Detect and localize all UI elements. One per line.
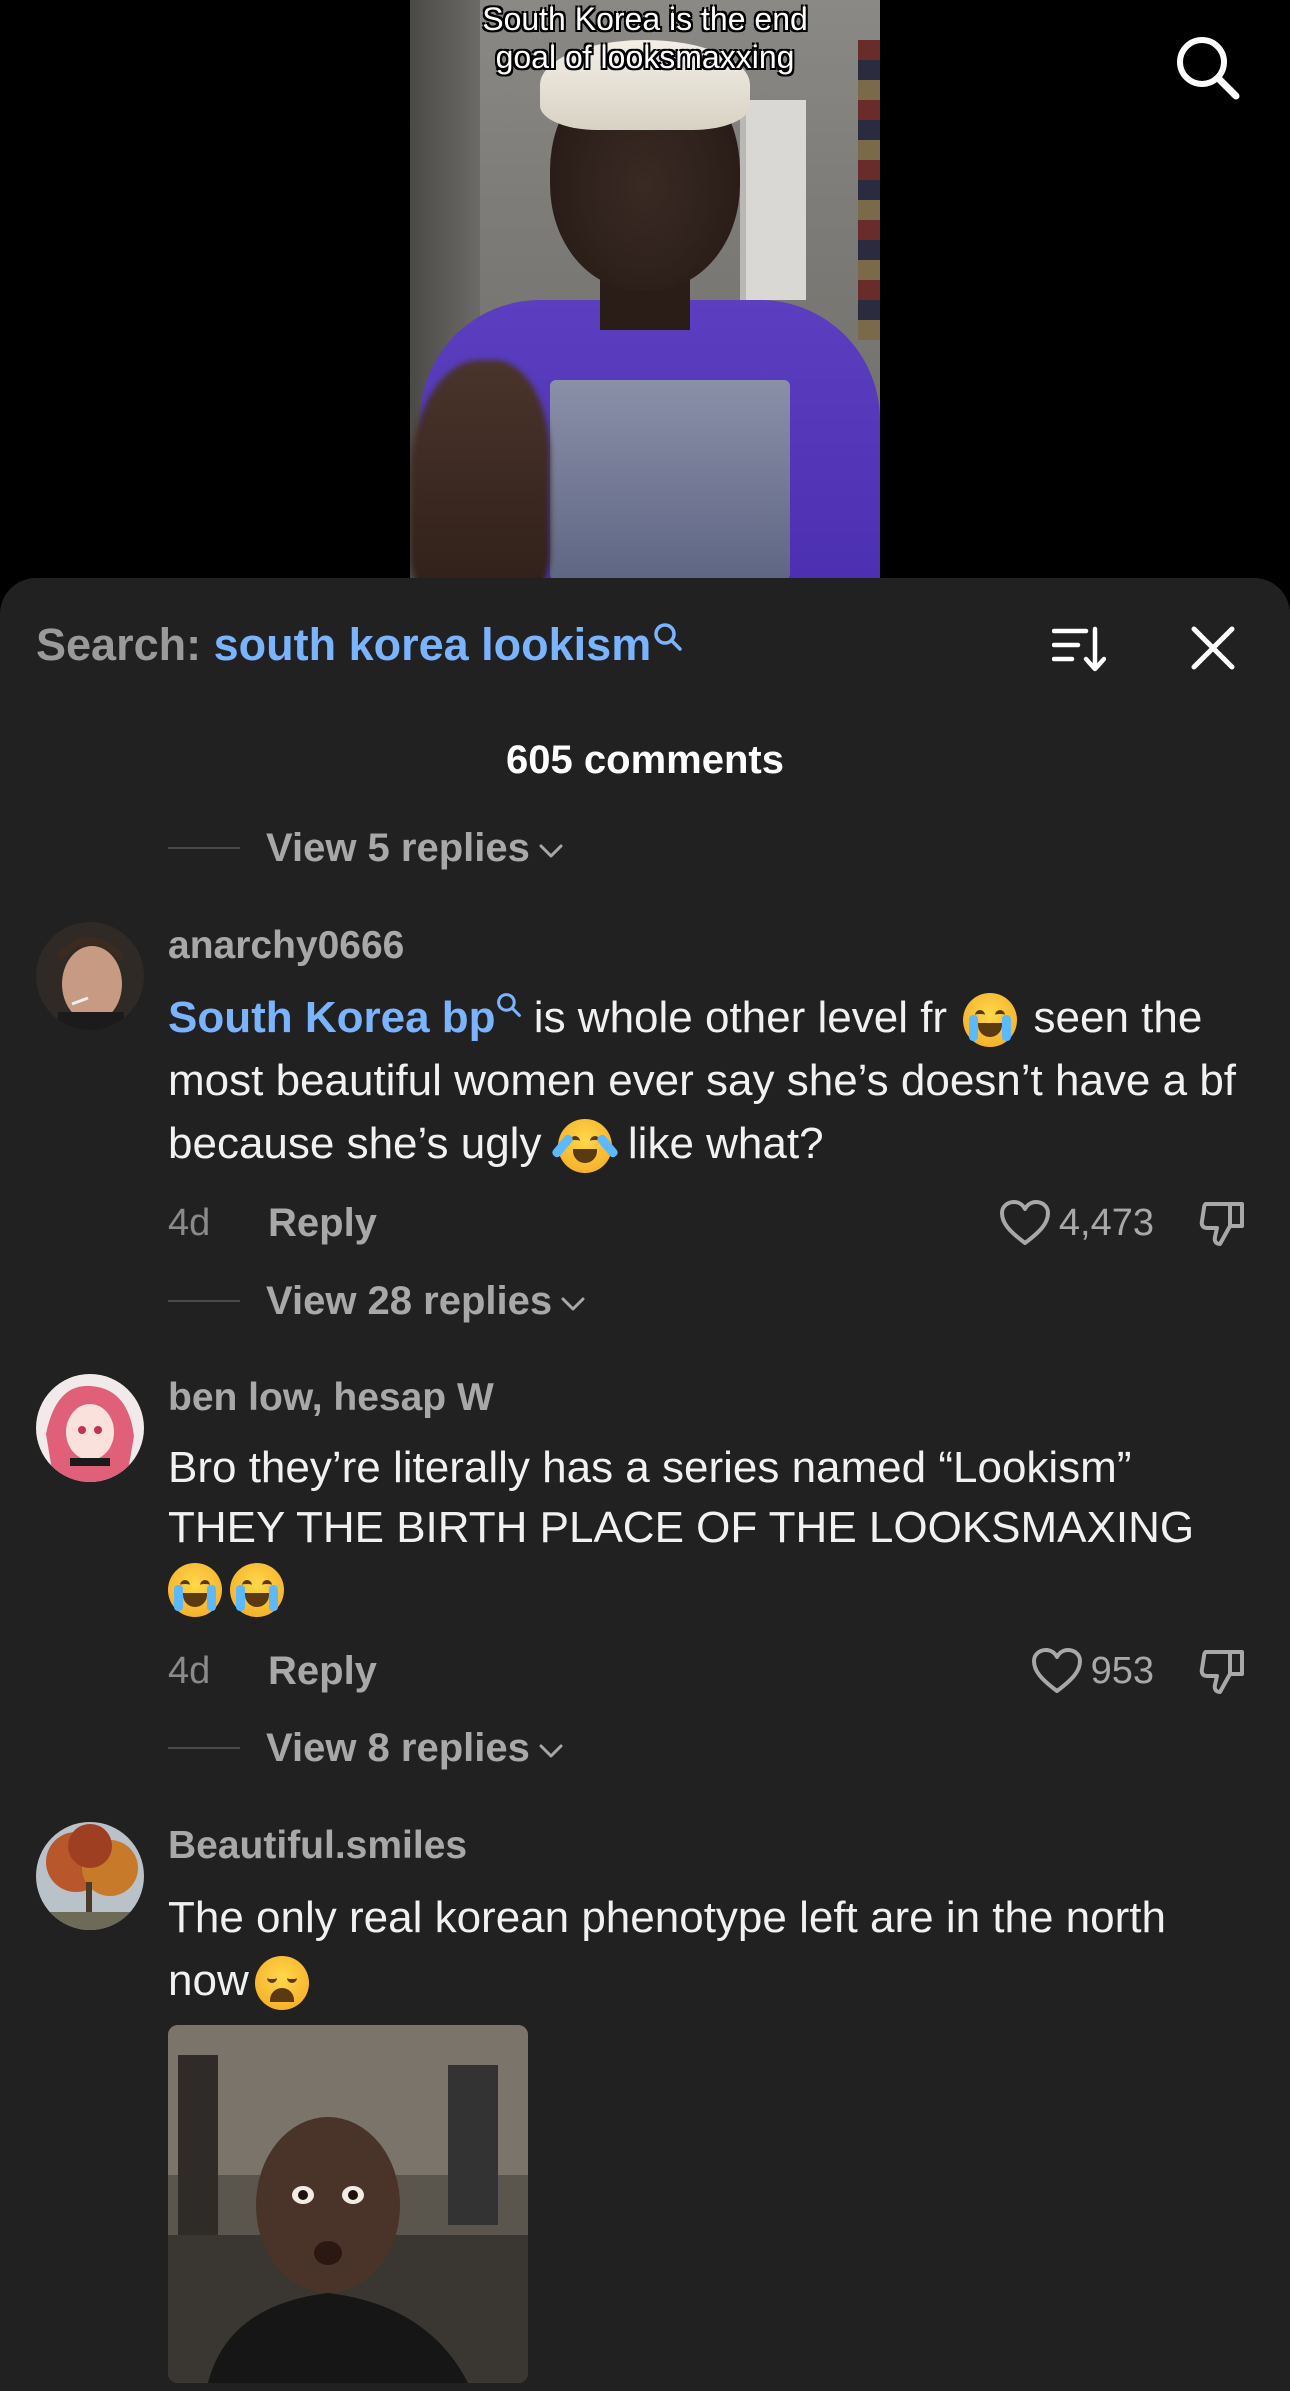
avatar[interactable] [36,1822,144,1930]
view-replies-label: View 5 replies [266,825,530,870]
view-replies-button[interactable]: View 5 replies [168,823,564,873]
weary-face-emoji [254,1956,309,2011]
comment-text-part: is whole other level fr [521,993,960,1042]
search-icon [1177,37,1240,100]
comment-text: South Korea bp is whole other level fr s… [168,986,1248,1175]
comment-username[interactable]: anarchy0666 [168,922,404,970]
close-icon [1191,626,1235,670]
loudly-crying-emoji [963,993,1018,1048]
gif-thumbnail[interactable] [168,2025,528,2383]
replies-divider [168,847,240,849]
search-term-link[interactable]: south korea lookism [214,619,652,670]
search-prefix: Search: [36,619,214,670]
comment-search-link[interactable]: South Korea bp [168,993,496,1042]
video-hoodie-print [550,380,790,580]
view-replies-button[interactable]: View 8 replies [168,1723,564,1773]
comment-text-part: Bro they’re literally has a series named… [168,1443,1195,1552]
gif-image [168,2025,528,2383]
video-background-door [740,100,806,300]
heart-icon[interactable] [999,1199,1051,1247]
close-button[interactable] [1186,621,1240,675]
comment-meta: 4d Reply 953 [168,1646,1248,1696]
video-person-hand [410,360,550,600]
heart-icon[interactable] [1031,1647,1083,1695]
chevron-down-icon [539,844,563,858]
reply-button[interactable]: Reply [268,1198,377,1248]
replies-divider [168,1747,240,1749]
thumbs-down-icon[interactable] [1198,1198,1248,1248]
video-frame[interactable] [410,0,880,600]
comment-count: 605 comments [506,738,784,782]
view-replies-button[interactable]: View 28 replies [168,1276,586,1326]
video-area[interactable]: South Korea is the end goal of looksmaxx… [0,0,1290,600]
comment-text: The only real korean phenotype left are … [168,1886,1248,2012]
video-caption: South Korea is the end goal of looksmaxx… [482,1,808,75]
like-group: 4,473 [999,1198,1248,1248]
replies-divider [168,1300,240,1302]
comment-meta: 4d Reply 4,473 [168,1198,1248,1248]
search-link-icon [496,993,521,1017]
reply-button[interactable]: Reply [268,1646,377,1696]
like-count: 953 [1090,1649,1154,1692]
like-group: 953 [1031,1646,1248,1696]
comment-search-bar[interactable]: Search: south korea lookism [36,618,683,672]
loudly-crying-emoji [168,1563,222,1618]
like-count: 4,473 [1058,1201,1154,1244]
video-background-poster [858,40,880,340]
loudly-crying-emoji [230,1563,284,1618]
search-button[interactable] [1172,32,1242,102]
comment-time: 4d [168,1650,211,1692]
thumbs-down-icon[interactable] [1198,1646,1248,1696]
sort-icon [1051,626,1107,672]
tears-of-joy-emoji [550,1119,619,1174]
avatar[interactable] [36,922,144,1030]
comment-time: 4d [168,1202,211,1244]
chevron-down-icon [561,1297,585,1311]
search-term-icon [654,623,682,651]
comment-username[interactable]: Beautiful.smiles [168,1822,467,1870]
comment-text-part: The only real korean phenotype left are … [168,1893,1166,2005]
avatar[interactable] [36,1374,144,1482]
view-replies-label: View 28 replies [266,1278,553,1323]
sort-button[interactable] [1051,621,1107,675]
chevron-down-icon [539,1744,563,1758]
comment-text: Bro they’re literally has a series named… [168,1438,1248,1618]
comment-text-part: like what? [615,1119,824,1168]
view-replies-label: View 8 replies [266,1725,530,1770]
comment-username[interactable]: ben low, hesap W [168,1374,494,1422]
